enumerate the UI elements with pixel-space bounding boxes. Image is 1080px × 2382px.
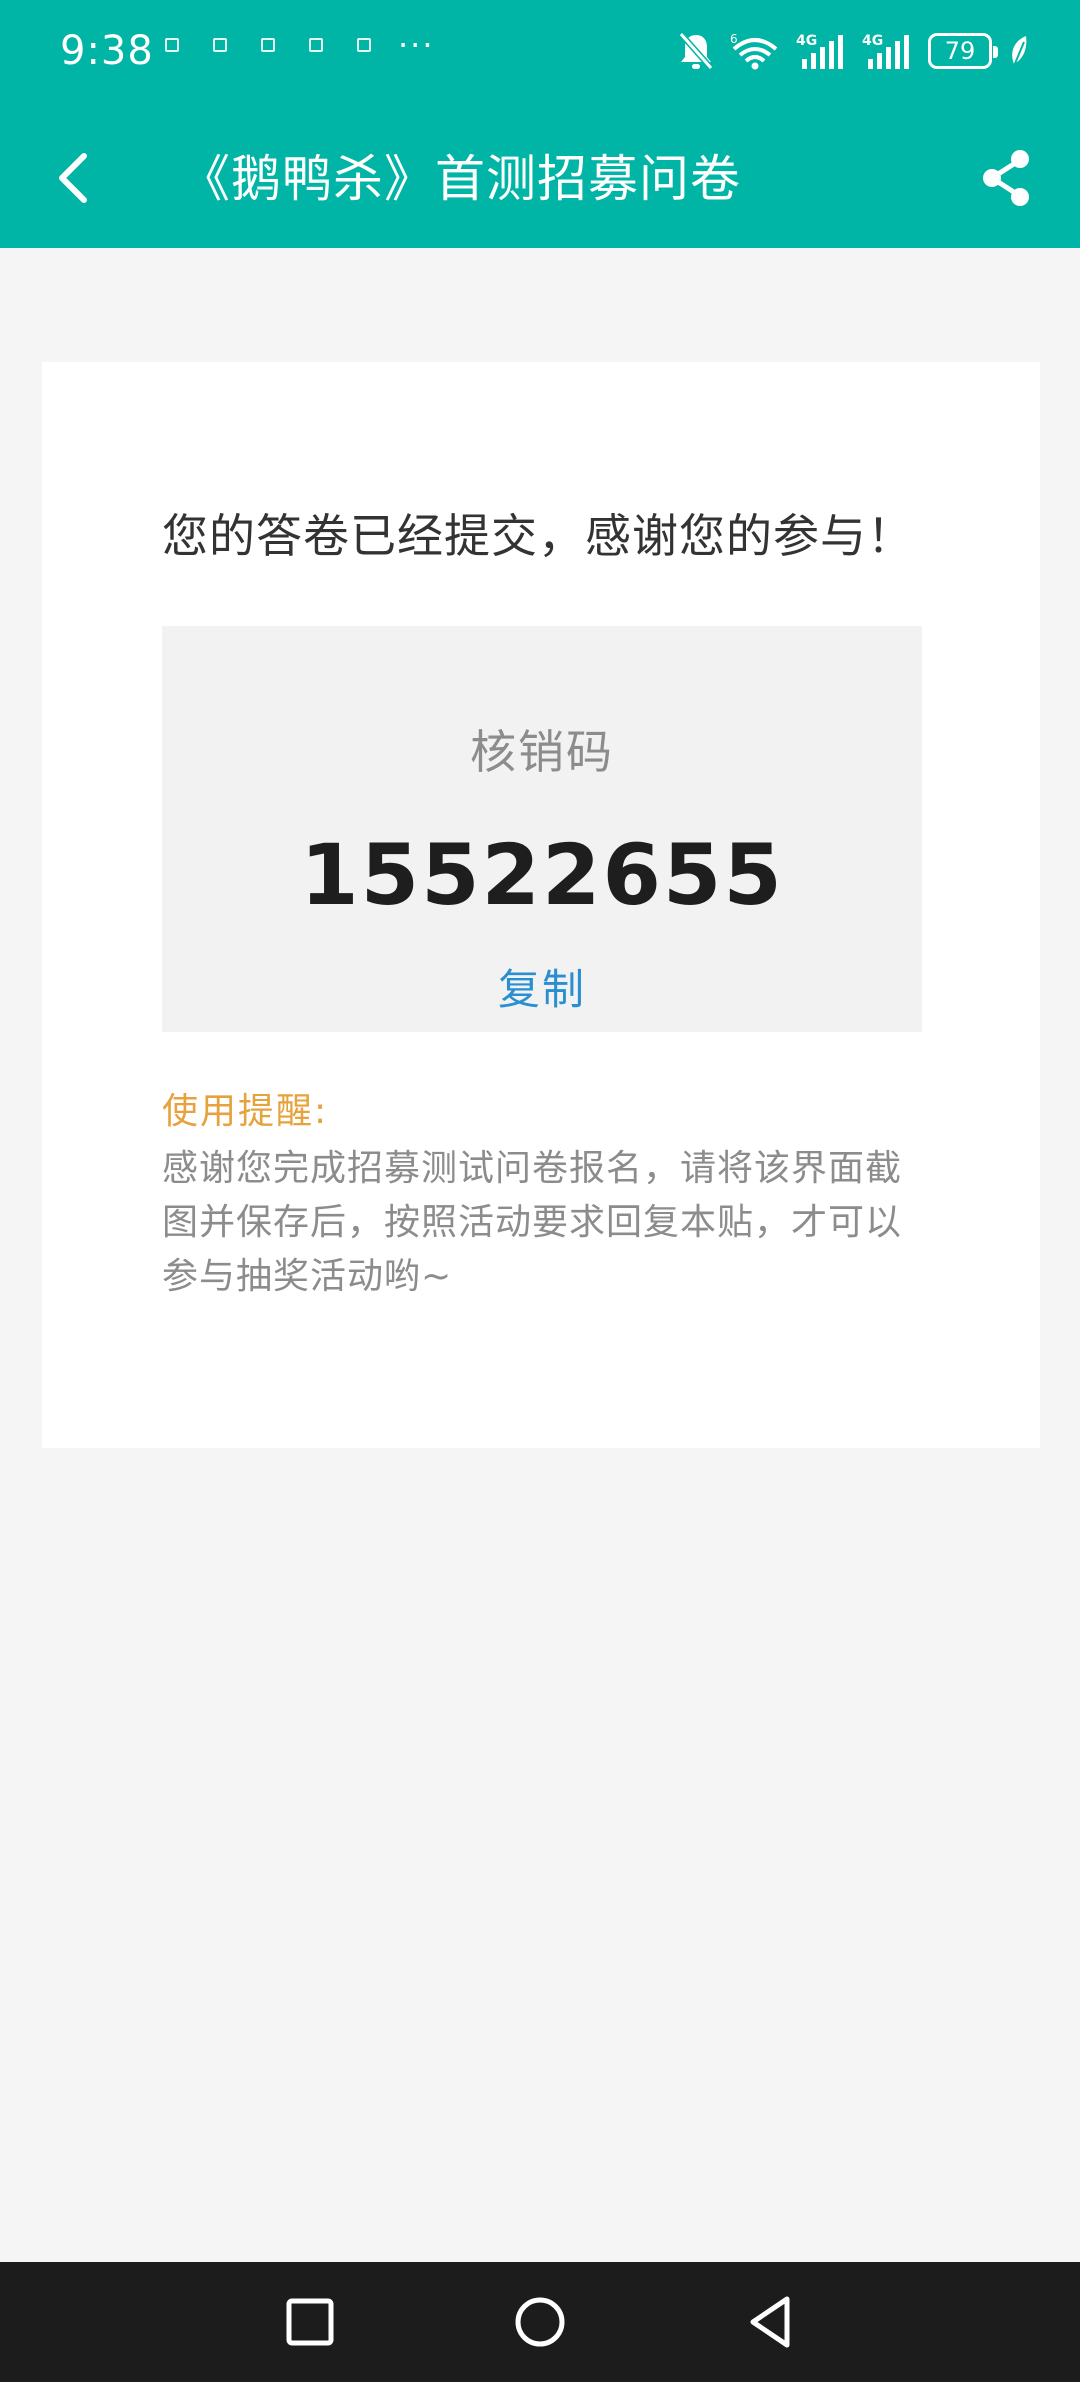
- triangle-back-icon: [750, 2296, 790, 2348]
- status-bar: 9:38 ··· 6 4G 4G 79: [0, 0, 1080, 110]
- nav-back-button[interactable]: [730, 2282, 810, 2362]
- status-time: 9:38: [60, 28, 154, 74]
- share-icon: [983, 150, 1029, 206]
- success-message: 您的答卷已经提交，感谢您的参与！: [162, 509, 914, 563]
- system-nav-bar: [0, 2262, 1080, 2382]
- svg-text:4G: 4G: [796, 33, 817, 49]
- share-button[interactable]: [972, 144, 1040, 212]
- back-button[interactable]: [40, 144, 108, 212]
- notification-icon: [309, 38, 323, 52]
- more-notifications-icon: ···: [398, 26, 435, 64]
- back-arrow-icon: [59, 153, 87, 203]
- battery-icon: 79: [928, 33, 998, 69]
- notification-icons: [165, 38, 371, 52]
- svg-text:6: 6: [730, 32, 738, 46]
- tip-title: 使用提醒:: [162, 1091, 329, 1132]
- bell-muted-icon: [678, 32, 714, 70]
- signal-4g-icon: 4G: [862, 33, 909, 69]
- wifi-icon: 6: [730, 32, 778, 70]
- result-card: 您的答卷已经提交，感谢您的参与！ 核销码 15522655 复制 使用提醒: 感…: [42, 362, 1040, 1448]
- recents-button[interactable]: [270, 2282, 350, 2362]
- circle-icon: [515, 2297, 565, 2347]
- header-area: 9:38 ··· 6 4G 4G 79 《鹅鸭杀》首测招募问卷: [0, 0, 1080, 248]
- page-title: 《鹅鸭杀》首测招募问卷: [180, 150, 741, 208]
- code-value: 15522655: [300, 826, 784, 924]
- svg-text:4G: 4G: [862, 33, 883, 49]
- notification-icon: [357, 38, 371, 52]
- notification-icon: [165, 38, 179, 52]
- status-right-icons: 6 4G 4G 79: [678, 26, 1030, 76]
- battery-level: 79: [944, 37, 976, 65]
- square-icon: [286, 2298, 334, 2346]
- notification-icon: [261, 38, 275, 52]
- copy-button[interactable]: 复制: [162, 956, 922, 1017]
- code-label: 核销码: [470, 725, 614, 779]
- signal-4g-icon: 4G: [796, 33, 843, 69]
- tip-text: 感谢您完成招募测试问卷报名，请将该界面截图并保存后，按照活动要求回复本贴，才可以…: [162, 1148, 903, 1297]
- notification-icon: [213, 38, 227, 52]
- leaf-icon: [1012, 36, 1027, 67]
- app-bar: 《鹅鸭杀》首测招募问卷: [0, 110, 1080, 248]
- verification-code-box: 核销码 15522655 复制: [162, 626, 922, 1032]
- home-button[interactable]: [500, 2282, 580, 2362]
